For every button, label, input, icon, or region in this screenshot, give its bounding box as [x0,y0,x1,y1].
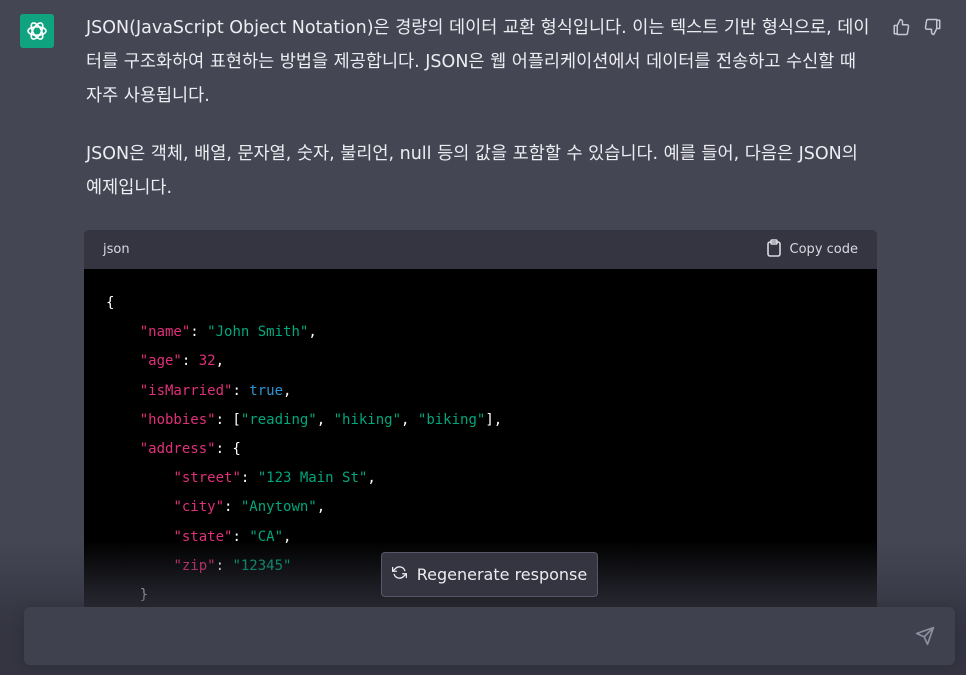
refresh-icon [391,565,407,584]
code-string: "hiking" [333,411,402,428]
code-string: "biking" [417,411,486,428]
copy-code-button[interactable]: Copy code [766,238,858,261]
code-key: "state" [173,528,233,545]
code-key: "hobbies" [139,411,216,428]
code-string: "123 Main St" [257,470,368,487]
regenerate-label: Regenerate response [416,565,588,584]
code-string: "CA" [249,528,284,545]
copy-code-label: Copy code [789,242,858,257]
code-key: "age" [139,353,182,370]
regenerate-response-button[interactable]: Regenerate response [381,552,598,597]
code-token: } [139,587,149,604]
code-key: "isMarried" [139,382,233,399]
code-key: "address" [139,441,216,458]
message-input-bar [24,607,955,665]
code-key: "zip" [173,557,216,574]
message-input[interactable] [40,623,904,653]
send-icon[interactable] [915,626,937,648]
code-key: "name" [139,324,191,341]
thumbs-down-icon[interactable] [922,16,944,38]
assistant-paragraph: JSON은 객체, 배열, 문자열, 숫자, 불리언, null 등의 값을 포… [86,144,858,198]
code-string: "John Smith" [207,324,309,341]
code-key: "city" [173,499,225,516]
code-block-header: json Copy code [84,230,877,269]
clipboard-icon [766,238,782,261]
thumbs-up-icon[interactable] [890,16,912,38]
code-language-label: json [103,242,130,257]
code-token: { [106,295,115,311]
feedback-buttons [890,16,944,38]
code-string: "reading" [240,411,317,428]
assistant-paragraph: JSON(JavaScript Object Notation)은 경량의 데이… [86,18,870,106]
code-number: 32 [198,353,216,370]
code-boolean: true [249,382,284,399]
code-key: "street" [173,470,241,487]
code-string: "12345" [232,557,292,574]
openai-logo-icon [20,14,54,48]
code-string: "Anytown" [240,499,317,516]
